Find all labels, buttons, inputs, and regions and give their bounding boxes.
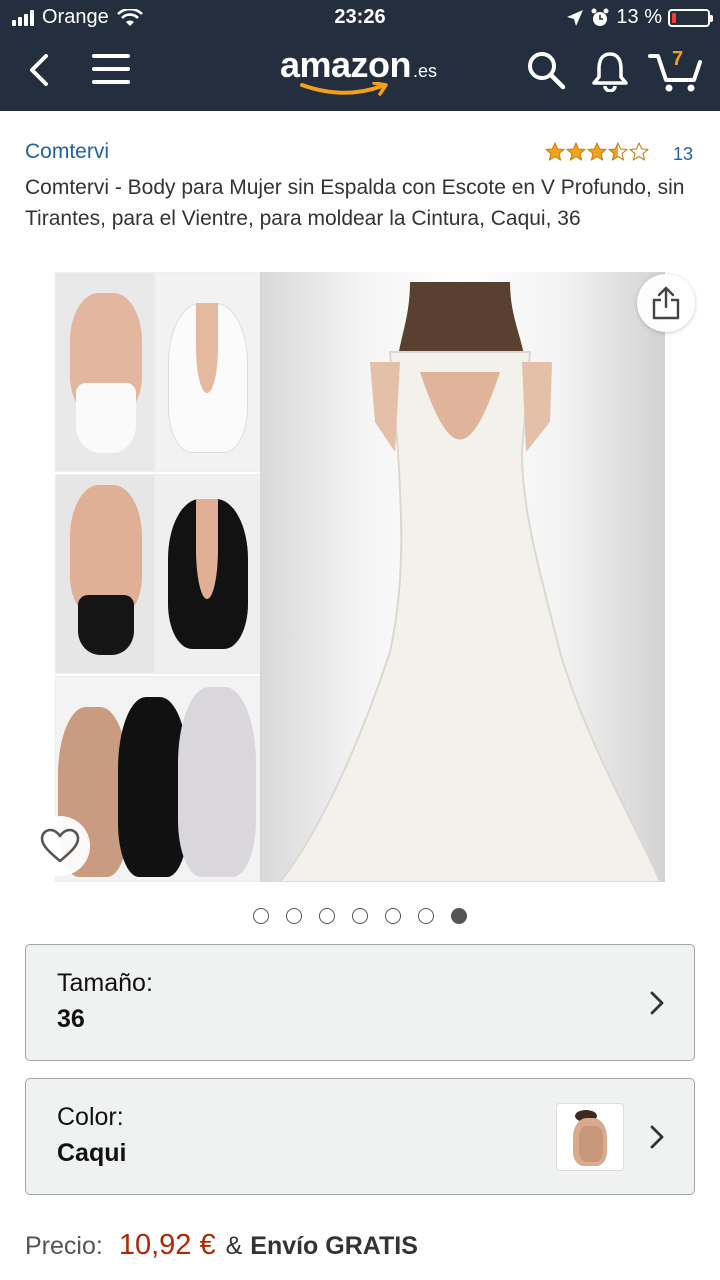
color-label: Color: xyxy=(57,1103,124,1131)
hamburger-menu-icon[interactable] xyxy=(92,54,130,86)
star-icon xyxy=(608,142,628,161)
battery-icon xyxy=(668,8,713,27)
heart-icon xyxy=(40,828,80,863)
cart-count-badge: 7 xyxy=(672,48,684,70)
price-row: Precio: 10,92 € & Envío GRATIS xyxy=(25,1229,418,1262)
price-label: Precio: xyxy=(25,1232,103,1260)
share-icon xyxy=(652,286,680,320)
pagination-dot[interactable] xyxy=(319,908,335,924)
battery-level xyxy=(672,12,676,23)
image-tile-white-back xyxy=(55,272,155,472)
search-icon[interactable] xyxy=(526,50,566,90)
rating-stars[interactable] xyxy=(545,142,649,162)
battery-percent: 13 % xyxy=(616,6,662,28)
cart-button[interactable]: 7 xyxy=(648,46,704,94)
star-icon xyxy=(545,142,565,161)
location-arrow-icon xyxy=(567,9,584,26)
pagination-dot[interactable] xyxy=(352,908,368,924)
dress-illustration xyxy=(277,282,662,883)
product-title: Comtervi - Body para Mujer sin Espalda c… xyxy=(25,176,685,230)
pagination-dot[interactable] xyxy=(286,908,302,924)
smile-arrow-icon xyxy=(300,82,388,96)
image-tile-white-front xyxy=(155,272,260,472)
rating-count[interactable]: 13 xyxy=(673,144,693,165)
pagination-dot[interactable] xyxy=(451,908,467,924)
size-label: Tamaño: xyxy=(57,969,153,997)
chevron-right-icon xyxy=(650,991,664,1015)
image-tile-black-back xyxy=(55,474,155,674)
color-selector[interactable]: Color: Caqui xyxy=(25,1078,695,1195)
wishlist-button[interactable] xyxy=(30,816,90,876)
size-selector[interactable]: Tamaño: 36 xyxy=(25,944,695,1061)
shipping-info: Envío GRATIS xyxy=(250,1232,418,1260)
image-tile-black-front xyxy=(155,474,260,674)
color-value: Caqui xyxy=(57,1139,127,1167)
image-dress-photo xyxy=(260,272,665,883)
price-amp: & xyxy=(225,1232,243,1260)
back-arrow-icon[interactable] xyxy=(22,50,58,90)
brand-link[interactable]: Comtervi xyxy=(25,140,109,164)
share-button[interactable] xyxy=(637,274,695,332)
product-image[interactable] xyxy=(55,272,665,883)
size-value: 36 xyxy=(57,1005,85,1033)
star-icon xyxy=(566,142,586,161)
amazon-logo[interactable]: amazon .es xyxy=(280,44,450,100)
pagination-dot[interactable] xyxy=(418,908,434,924)
pagination-dot[interactable] xyxy=(253,908,269,924)
pagination-dot[interactable] xyxy=(385,908,401,924)
app-header: Orange 23:26 13 % amazon .es 7 xyxy=(0,0,720,111)
alarm-icon xyxy=(591,8,609,26)
price-amount: 10,92 € xyxy=(118,1229,216,1261)
star-icon xyxy=(629,142,649,161)
status-bar: Orange 23:26 13 % xyxy=(0,0,720,36)
chevron-right-icon xyxy=(650,1125,664,1149)
star-icon xyxy=(587,142,607,161)
color-swatch-thumbnail xyxy=(556,1103,624,1171)
bell-icon[interactable] xyxy=(590,50,630,92)
image-pagination[interactable] xyxy=(0,908,720,924)
nav-bar: amazon .es 7 xyxy=(0,36,720,111)
